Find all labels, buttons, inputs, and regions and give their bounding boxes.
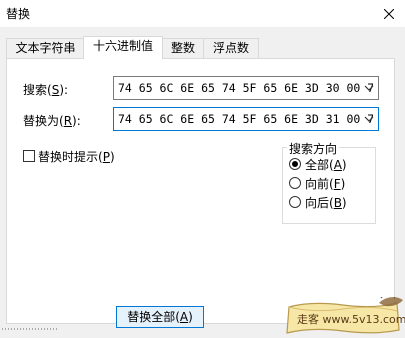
replace-combobox[interactable]: 74 65 6C 6E 65 74 5F 65 6E 3D 31 00 73 7 bbox=[113, 107, 379, 131]
hex-tab-panel: 搜索(S): 74 65 6C 6E 65 74 5F 65 6E 3D 30 … bbox=[6, 58, 395, 324]
title-bar: 替换 bbox=[0, 0, 405, 27]
watermark-text: 走客 www.5v13.com bbox=[297, 312, 405, 326]
direction-backward-radio[interactable] bbox=[289, 196, 301, 208]
search-direction-group: 搜索方向 全部(A) 向前(F) 向后(B) bbox=[282, 140, 376, 224]
prompt-on-replace-checkbox[interactable] bbox=[23, 150, 35, 162]
replace-label: 替换为(R): bbox=[23, 114, 81, 128]
search-label: 搜索(S): bbox=[23, 83, 69, 97]
direction-all-label[interactable]: 全部(A) bbox=[305, 156, 347, 173]
background-text-fragment bbox=[2, 328, 58, 330]
direction-forward-label[interactable]: 向前(F) bbox=[305, 175, 345, 192]
direction-forward-radio[interactable] bbox=[289, 177, 301, 189]
tab-hex-value[interactable]: 十六进制值 bbox=[83, 36, 163, 59]
direction-backward-label[interactable]: 向后(B) bbox=[305, 194, 347, 211]
replace-dialog: 替换 文本字符串 十六进制值 整数 浮点数 搜索(S): 74 65 6C 6E… bbox=[0, 0, 405, 338]
replace-value: 74 65 6C 6E 65 74 5F 65 6E 3D 31 00 73 7 bbox=[118, 112, 373, 126]
chevron-down-icon[interactable] bbox=[364, 114, 374, 124]
tab-text-string[interactable]: 文本字符串 bbox=[6, 38, 85, 58]
window-title: 替换 bbox=[6, 7, 31, 21]
dialog-body: 文本字符串 十六进制值 整数 浮点数 搜索(S): 74 65 6C 6E 65… bbox=[0, 27, 405, 338]
chevron-down-icon[interactable] bbox=[364, 83, 374, 93]
close-icon bbox=[384, 8, 394, 19]
tab-integer[interactable]: 整数 bbox=[161, 38, 205, 58]
direction-all-radio[interactable] bbox=[289, 158, 301, 170]
tab-float[interactable]: 浮点数 bbox=[203, 38, 259, 58]
search-value: 74 65 6C 6E 65 74 5F 65 6E 3D 30 00 73 7 bbox=[118, 81, 373, 95]
close-button[interactable] bbox=[373, 0, 405, 27]
prompt-on-replace-label[interactable]: 替换时提示(P) bbox=[38, 148, 115, 165]
replace-all-button[interactable]: 替换全部(A) bbox=[116, 306, 204, 328]
watermark-banner: 走客 www.5v13.com bbox=[286, 297, 405, 334]
search-direction-title: 搜索方向 bbox=[287, 140, 340, 157]
search-combobox[interactable]: 74 65 6C 6E 65 74 5F 65 6E 3D 30 00 73 7 bbox=[113, 76, 379, 100]
